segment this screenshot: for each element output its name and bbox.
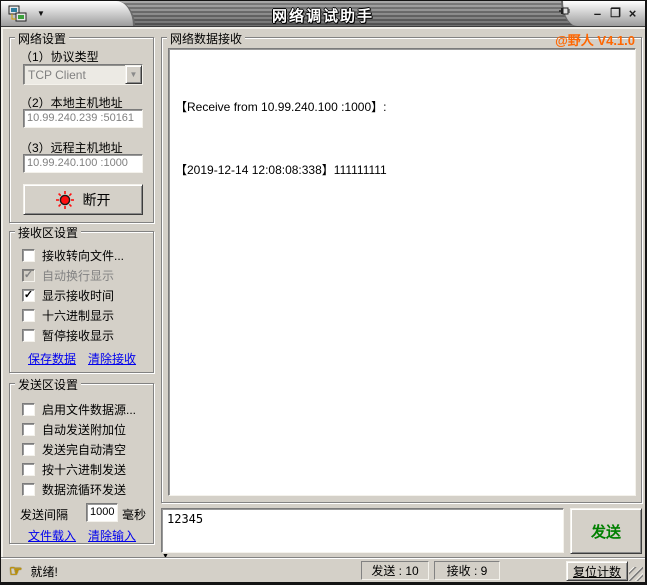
disconnect-button-label: 断开 <box>82 191 111 208</box>
reset-counter-button[interactable]: 复位计数 <box>566 561 628 581</box>
app-icon[interactable] <box>8 5 28 23</box>
send-settings-group: 发送区设置 启用文件数据源... 自动发送附加位 发送完自动清空 按十六进制发送… <box>9 376 154 544</box>
checkbox-label: 数据流循环发送 <box>42 482 127 497</box>
checkbox-label: 自动换行显示 <box>42 268 115 283</box>
titlebar-menu-arrow-icon[interactable]: ▼ <box>37 9 45 18</box>
status-bar: ☞ 就绪! 发送 : 10 接收 : 9 复位计数 <box>1 557 645 582</box>
app-window: 网络调试助手 ▼ – ❐ × 网络设置 （1）协议类型 TCP Client ▼… <box>0 0 647 585</box>
check-icon: ✓ <box>23 288 34 301</box>
checkbox-label: 按十六进制发送 <box>42 462 127 477</box>
checkbox-row-pause-display[interactable]: 暂停接收显示 <box>22 328 115 343</box>
checkbox[interactable]: ✓ <box>22 288 35 302</box>
connection-led-icon <box>55 190 74 209</box>
chevron-down-icon: ▼ <box>129 70 138 79</box>
checkbox[interactable] <box>22 308 35 322</box>
receive-settings-group: 接收区设置 接收转向文件... ✓ 自动换行显示 ✓ 显示接收时间 十六进制显示… <box>9 224 154 373</box>
checkbox-label: 自动发送附加位 <box>42 422 127 437</box>
protocol-type-value: TCP Client <box>28 67 86 82</box>
send-settings-title: 发送区设置 <box>15 376 82 393</box>
receive-line: 【Receive from 10.99.240.100 :1000】: <box>175 100 387 114</box>
close-button[interactable]: × <box>625 4 640 23</box>
checkbox[interactable] <box>22 248 35 262</box>
clear-receive-link[interactable]: 清除接收 <box>88 350 136 367</box>
reset-counter-label: 复位计数 <box>572 564 621 579</box>
remote-host-input[interactable]: 10.99.240.100 :1000 <box>23 154 143 173</box>
network-settings-title: 网络设置 <box>15 30 70 47</box>
status-ready-text: 就绪! <box>30 564 58 579</box>
pin-icon[interactable] <box>555 5 573 23</box>
titlebar[interactable]: 网络调试助手 ▼ – ❐ × <box>1 1 645 27</box>
checkbox[interactable] <box>22 462 35 476</box>
combo-dropdown-button[interactable]: ▼ <box>125 65 142 84</box>
receive-data-group: 网络数据接收 【Receive from 10.99.240.100 :1000… <box>161 30 642 503</box>
sent-counter-panel: 发送 : 10 <box>361 561 429 580</box>
checkbox-row-loop-send[interactable]: 数据流循环发送 <box>22 482 127 497</box>
minimize-button[interactable]: – <box>590 4 605 23</box>
clear-input-link[interactable]: 清除输入 <box>88 527 136 544</box>
checkbox-label: 十六进制显示 <box>42 308 115 323</box>
checkbox-row-send-hex[interactable]: 按十六进制发送 <box>22 462 127 477</box>
send-interval-label: 发送间隔 <box>20 508 69 522</box>
receive-data-view[interactable]: 【Receive from 10.99.240.100 :1000】: 【201… <box>168 48 636 496</box>
checkbox[interactable] <box>22 402 35 416</box>
send-input[interactable]: 12345 <box>161 508 564 553</box>
checkbox-label: 显示接收时间 <box>42 288 115 303</box>
window-title: 网络调试助手 <box>271 8 374 25</box>
checkbox-row-receive-to-file[interactable]: 接收转向文件... <box>22 248 125 263</box>
network-settings-group: 网络设置 （1）协议类型 TCP Client ▼ （2）本地主机地址 10.9… <box>9 30 154 223</box>
resize-grip[interactable] <box>629 567 643 581</box>
check-icon: ✓ <box>23 268 34 281</box>
checkbox-row-auto-append[interactable]: 自动发送附加位 <box>22 422 127 437</box>
receive-settings-title: 接收区设置 <box>15 224 82 241</box>
protocol-type-label: （1）协议类型 <box>20 50 99 64</box>
checkbox-row-hex-display[interactable]: 十六进制显示 <box>22 308 115 323</box>
checkbox[interactable] <box>22 442 35 456</box>
checkbox-label: 发送完自动清空 <box>42 442 127 457</box>
checkbox-row-auto-wrap[interactable]: ✓ 自动换行显示 <box>22 268 115 283</box>
checkbox-row-auto-clear[interactable]: 发送完自动清空 <box>22 442 127 457</box>
recv-counter-panel: 接收 : 9 <box>434 561 500 580</box>
checkbox[interactable] <box>22 328 35 342</box>
checkbox[interactable] <box>22 482 35 496</box>
receive-line: 【2019-12-14 12:08:08:338】111111111 <box>175 163 387 177</box>
send-button[interactable]: 发送 <box>570 508 642 554</box>
save-data-link[interactable]: 保存数据 <box>28 350 76 367</box>
status-ready: ☞ 就绪! <box>9 562 58 580</box>
disconnect-button[interactable]: 断开 <box>23 184 143 215</box>
send-interval-input[interactable]: 1000 <box>86 503 118 522</box>
checkbox-label: 接收转向文件... <box>42 248 125 263</box>
checkbox-row-show-time[interactable]: ✓ 显示接收时间 <box>22 288 115 303</box>
app-version-label: @野人 V4.1.0 <box>555 33 635 48</box>
load-file-link[interactable]: 文件载入 <box>28 527 76 544</box>
checkbox-label: 暂停接收显示 <box>42 328 115 343</box>
checkbox-row-file-source[interactable]: 启用文件数据源... <box>22 402 137 417</box>
checkbox[interactable]: ✓ <box>22 268 35 282</box>
maximize-button[interactable]: ❐ <box>608 4 623 23</box>
receive-data-title: 网络数据接收 <box>167 30 246 47</box>
checkbox[interactable] <box>22 422 35 436</box>
hand-pointer-icon: ☞ <box>9 563 23 580</box>
local-host-input[interactable]: 10.99.240.239 :50161 <box>23 109 143 128</box>
protocol-type-combobox[interactable]: TCP Client ▼ <box>23 64 143 85</box>
send-interval-unit: 毫秒 <box>122 508 147 522</box>
checkbox-label: 启用文件数据源... <box>42 402 137 417</box>
